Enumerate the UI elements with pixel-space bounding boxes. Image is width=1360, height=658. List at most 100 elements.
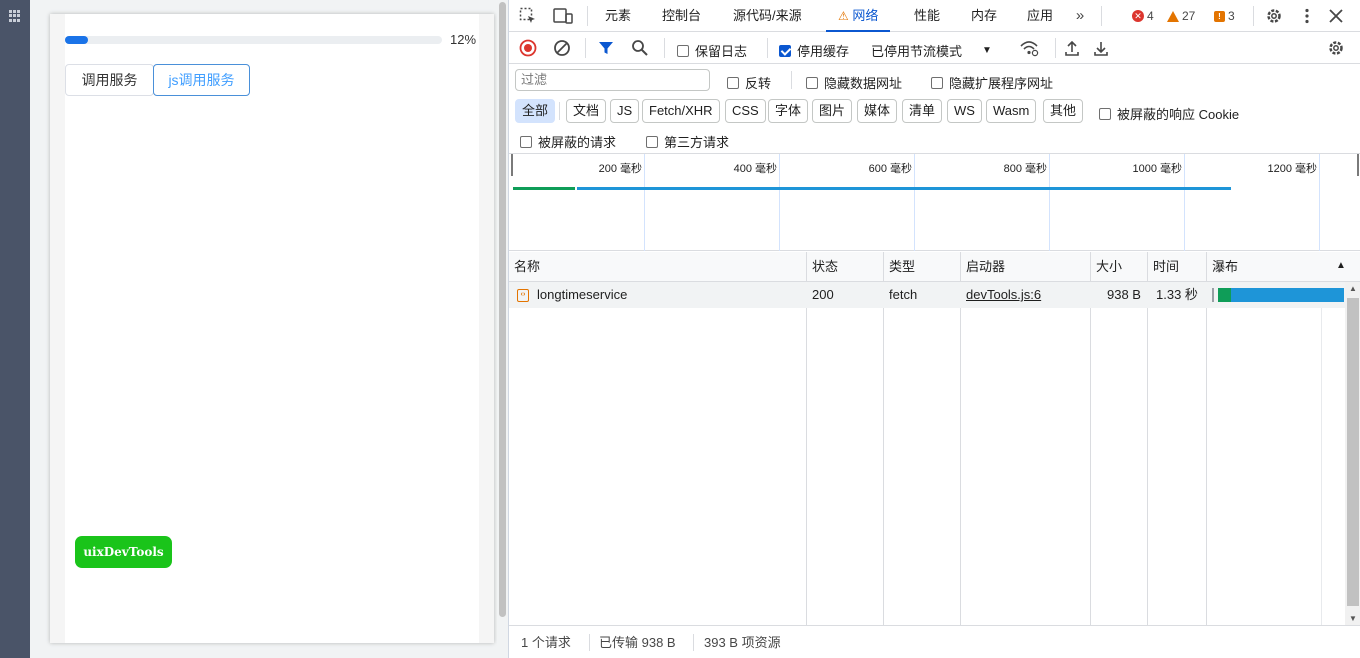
warning-icon: ⚠ bbox=[838, 9, 849, 23]
progress-fill bbox=[65, 36, 88, 44]
chip-img[interactable]: 图片 bbox=[812, 99, 853, 123]
network-overview-timeline[interactable]: 200 毫秒 400 毫秒 600 毫秒 800 毫秒 1000 毫秒 1200… bbox=[509, 154, 1360, 251]
tab-sources[interactable]: 源代码/来源 bbox=[733, 0, 802, 32]
column-initiator[interactable]: 启动器 bbox=[961, 252, 1005, 282]
device-toolbar-icon[interactable] bbox=[553, 7, 573, 25]
request-name[interactable]: longtimeservice bbox=[537, 282, 627, 308]
clear-icon[interactable] bbox=[553, 39, 571, 57]
timeline-tick: 400 毫秒 bbox=[733, 163, 777, 175]
issues-count-badge[interactable]: ! 3 bbox=[1214, 9, 1235, 23]
timeline-tick: 800 毫秒 bbox=[1003, 163, 1047, 175]
dropdown-arrow-icon: ▼ bbox=[982, 45, 992, 56]
more-options-icon[interactable] bbox=[1298, 7, 1316, 25]
blocked-cookies-checkbox[interactable]: 被屏蔽的响应 Cookie bbox=[1099, 104, 1239, 123]
chip-font[interactable]: 字体 bbox=[768, 99, 809, 123]
hide-extension-urls-checkbox[interactable]: 隐藏扩展程序网址 bbox=[931, 73, 1053, 92]
timeline-tick: 1200 毫秒 bbox=[1267, 163, 1317, 175]
chip-fetch-xhr[interactable]: Fetch/XHR bbox=[642, 99, 720, 123]
tab-console[interactable]: 控制台 bbox=[662, 0, 701, 32]
timeline-tick: 1000 毫秒 bbox=[1132, 163, 1182, 175]
column-type[interactable]: 类型 bbox=[884, 252, 915, 282]
preserve-log-checkbox[interactable]: 保留日志 bbox=[677, 41, 747, 60]
error-count-badge[interactable]: ✕ 4 bbox=[1132, 9, 1154, 23]
scroll-down-arrow-icon[interactable]: ▼ bbox=[1349, 614, 1357, 623]
network-toolbar: 保留日志 停用缓存 已停用节流模式 ▼ bbox=[509, 32, 1360, 64]
requests-table: 名称 状态 类型 启动器 大小 时间 瀑布 ▲ ‹› longtimeservi… bbox=[509, 252, 1360, 625]
chip-css[interactable]: CSS bbox=[725, 99, 766, 123]
tab-performance[interactable]: 性能 bbox=[914, 0, 940, 32]
progress-label: 12% bbox=[450, 32, 477, 47]
network-conditions-icon[interactable] bbox=[1019, 39, 1039, 57]
error-icon: ✕ bbox=[1132, 10, 1144, 22]
tab-elements[interactable]: 元素 bbox=[605, 0, 631, 32]
disable-cache-checkbox[interactable]: 停用缓存 bbox=[779, 41, 849, 60]
warning-icon bbox=[1167, 10, 1179, 22]
import-har-icon[interactable] bbox=[1063, 39, 1081, 57]
device-frame: 12% 调用服务 js调用服务 uixDevTools bbox=[50, 14, 494, 643]
chip-all[interactable]: 全部 bbox=[515, 99, 556, 123]
column-waterfall[interactable]: 瀑布 bbox=[1207, 252, 1238, 282]
more-tabs-icon[interactable]: » bbox=[1071, 7, 1089, 25]
chip-wasm[interactable]: Wasm bbox=[986, 99, 1037, 123]
request-size: 938 B bbox=[1107, 287, 1141, 302]
table-row[interactable]: ‹› longtimeservice 200 fetch devTools.js… bbox=[509, 282, 1345, 308]
call-service-button[interactable]: 调用服务 bbox=[65, 64, 154, 96]
timeline-wait-bar bbox=[513, 187, 575, 190]
filter-icon[interactable] bbox=[597, 39, 615, 57]
settings-gear-icon[interactable] bbox=[1265, 7, 1283, 25]
chip-js[interactable]: JS bbox=[610, 99, 640, 123]
filter-bar: 过滤 反转 隐藏数据网址 隐藏扩展程序网址 全部 文档 JS Fetch/XHR… bbox=[509, 64, 1360, 154]
devtools-tabbar: 元素 控制台 源代码/来源 ⚠ 网络 性能 内存 应用 » ✕ 4 27 ! 3 bbox=[509, 0, 1360, 32]
request-status: 200 bbox=[812, 287, 834, 302]
fetch-file-icon: ‹› bbox=[517, 289, 529, 302]
filter-input[interactable]: 过滤 bbox=[515, 69, 710, 91]
timeline-tick: 200 毫秒 bbox=[598, 163, 642, 175]
request-type: fetch bbox=[889, 287, 918, 302]
chip-other[interactable]: 其他 bbox=[1043, 99, 1084, 123]
waterfall-wait-bar bbox=[1218, 288, 1231, 302]
column-status[interactable]: 状态 bbox=[807, 252, 838, 282]
issue-icon: ! bbox=[1214, 10, 1225, 22]
js-call-service-button[interactable]: js调用服务 bbox=[153, 64, 250, 96]
chip-media[interactable]: 媒体 bbox=[857, 99, 898, 123]
preview-scrollbar[interactable] bbox=[497, 0, 508, 658]
resources-size: 393 B 项资源 bbox=[704, 635, 781, 650]
scroll-thumb[interactable] bbox=[1347, 298, 1359, 606]
app-strip bbox=[0, 0, 30, 658]
uix-devtools-button[interactable]: uixDevTools bbox=[75, 536, 172, 568]
tab-application[interactable]: 应用 bbox=[1027, 0, 1053, 32]
transferred-size: 已传输 938 B bbox=[599, 635, 676, 650]
apps-grid-icon[interactable] bbox=[9, 10, 21, 22]
hide-data-urls-checkbox[interactable]: 隐藏数据网址 bbox=[806, 73, 902, 92]
request-count: 1 个请求 bbox=[521, 635, 571, 650]
chip-doc[interactable]: 文档 bbox=[566, 99, 607, 123]
chip-manifest[interactable]: 清单 bbox=[902, 99, 943, 123]
waterfall-download-bar bbox=[1231, 288, 1344, 302]
stop-recording-icon[interactable] bbox=[519, 39, 537, 57]
network-summary-bar: 1 个请求 已传输 938 B 393 B 项资源 bbox=[509, 625, 1360, 658]
chip-ws[interactable]: WS bbox=[947, 99, 982, 123]
column-name[interactable]: 名称 bbox=[509, 252, 540, 282]
invert-checkbox[interactable]: 反转 bbox=[727, 73, 771, 92]
column-size[interactable]: 大小 bbox=[1091, 252, 1122, 282]
search-icon[interactable] bbox=[631, 39, 649, 57]
timeline-download-bar bbox=[577, 187, 1231, 190]
sort-ascending-icon[interactable]: ▲ bbox=[1336, 260, 1346, 271]
throttling-select[interactable]: 已停用节流模式 ▼ bbox=[871, 41, 992, 60]
network-settings-gear-icon[interactable] bbox=[1327, 39, 1345, 57]
request-time: 1.33 秒 bbox=[1156, 287, 1198, 302]
blocked-requests-checkbox[interactable]: 被屏蔽的请求 bbox=[520, 132, 616, 151]
request-initiator-link[interactable]: devTools.js:6 bbox=[966, 282, 1041, 308]
warning-count-badge[interactable]: 27 bbox=[1167, 9, 1195, 23]
close-devtools-icon[interactable] bbox=[1327, 7, 1345, 25]
tab-network[interactable]: ⚠ 网络 bbox=[826, 0, 891, 32]
scroll-up-arrow-icon[interactable]: ▲ bbox=[1349, 284, 1357, 293]
inspect-element-icon[interactable] bbox=[519, 7, 537, 25]
column-time[interactable]: 时间 bbox=[1148, 252, 1179, 282]
tab-memory[interactable]: 内存 bbox=[971, 0, 997, 32]
table-header: 名称 状态 类型 启动器 大小 时间 瀑布 ▲ bbox=[509, 252, 1360, 282]
third-party-checkbox[interactable]: 第三方请求 bbox=[646, 132, 729, 151]
table-scrollbar[interactable]: ▲ ▼ bbox=[1345, 282, 1360, 625]
progress-bar bbox=[65, 36, 442, 44]
export-har-icon[interactable] bbox=[1092, 39, 1110, 57]
